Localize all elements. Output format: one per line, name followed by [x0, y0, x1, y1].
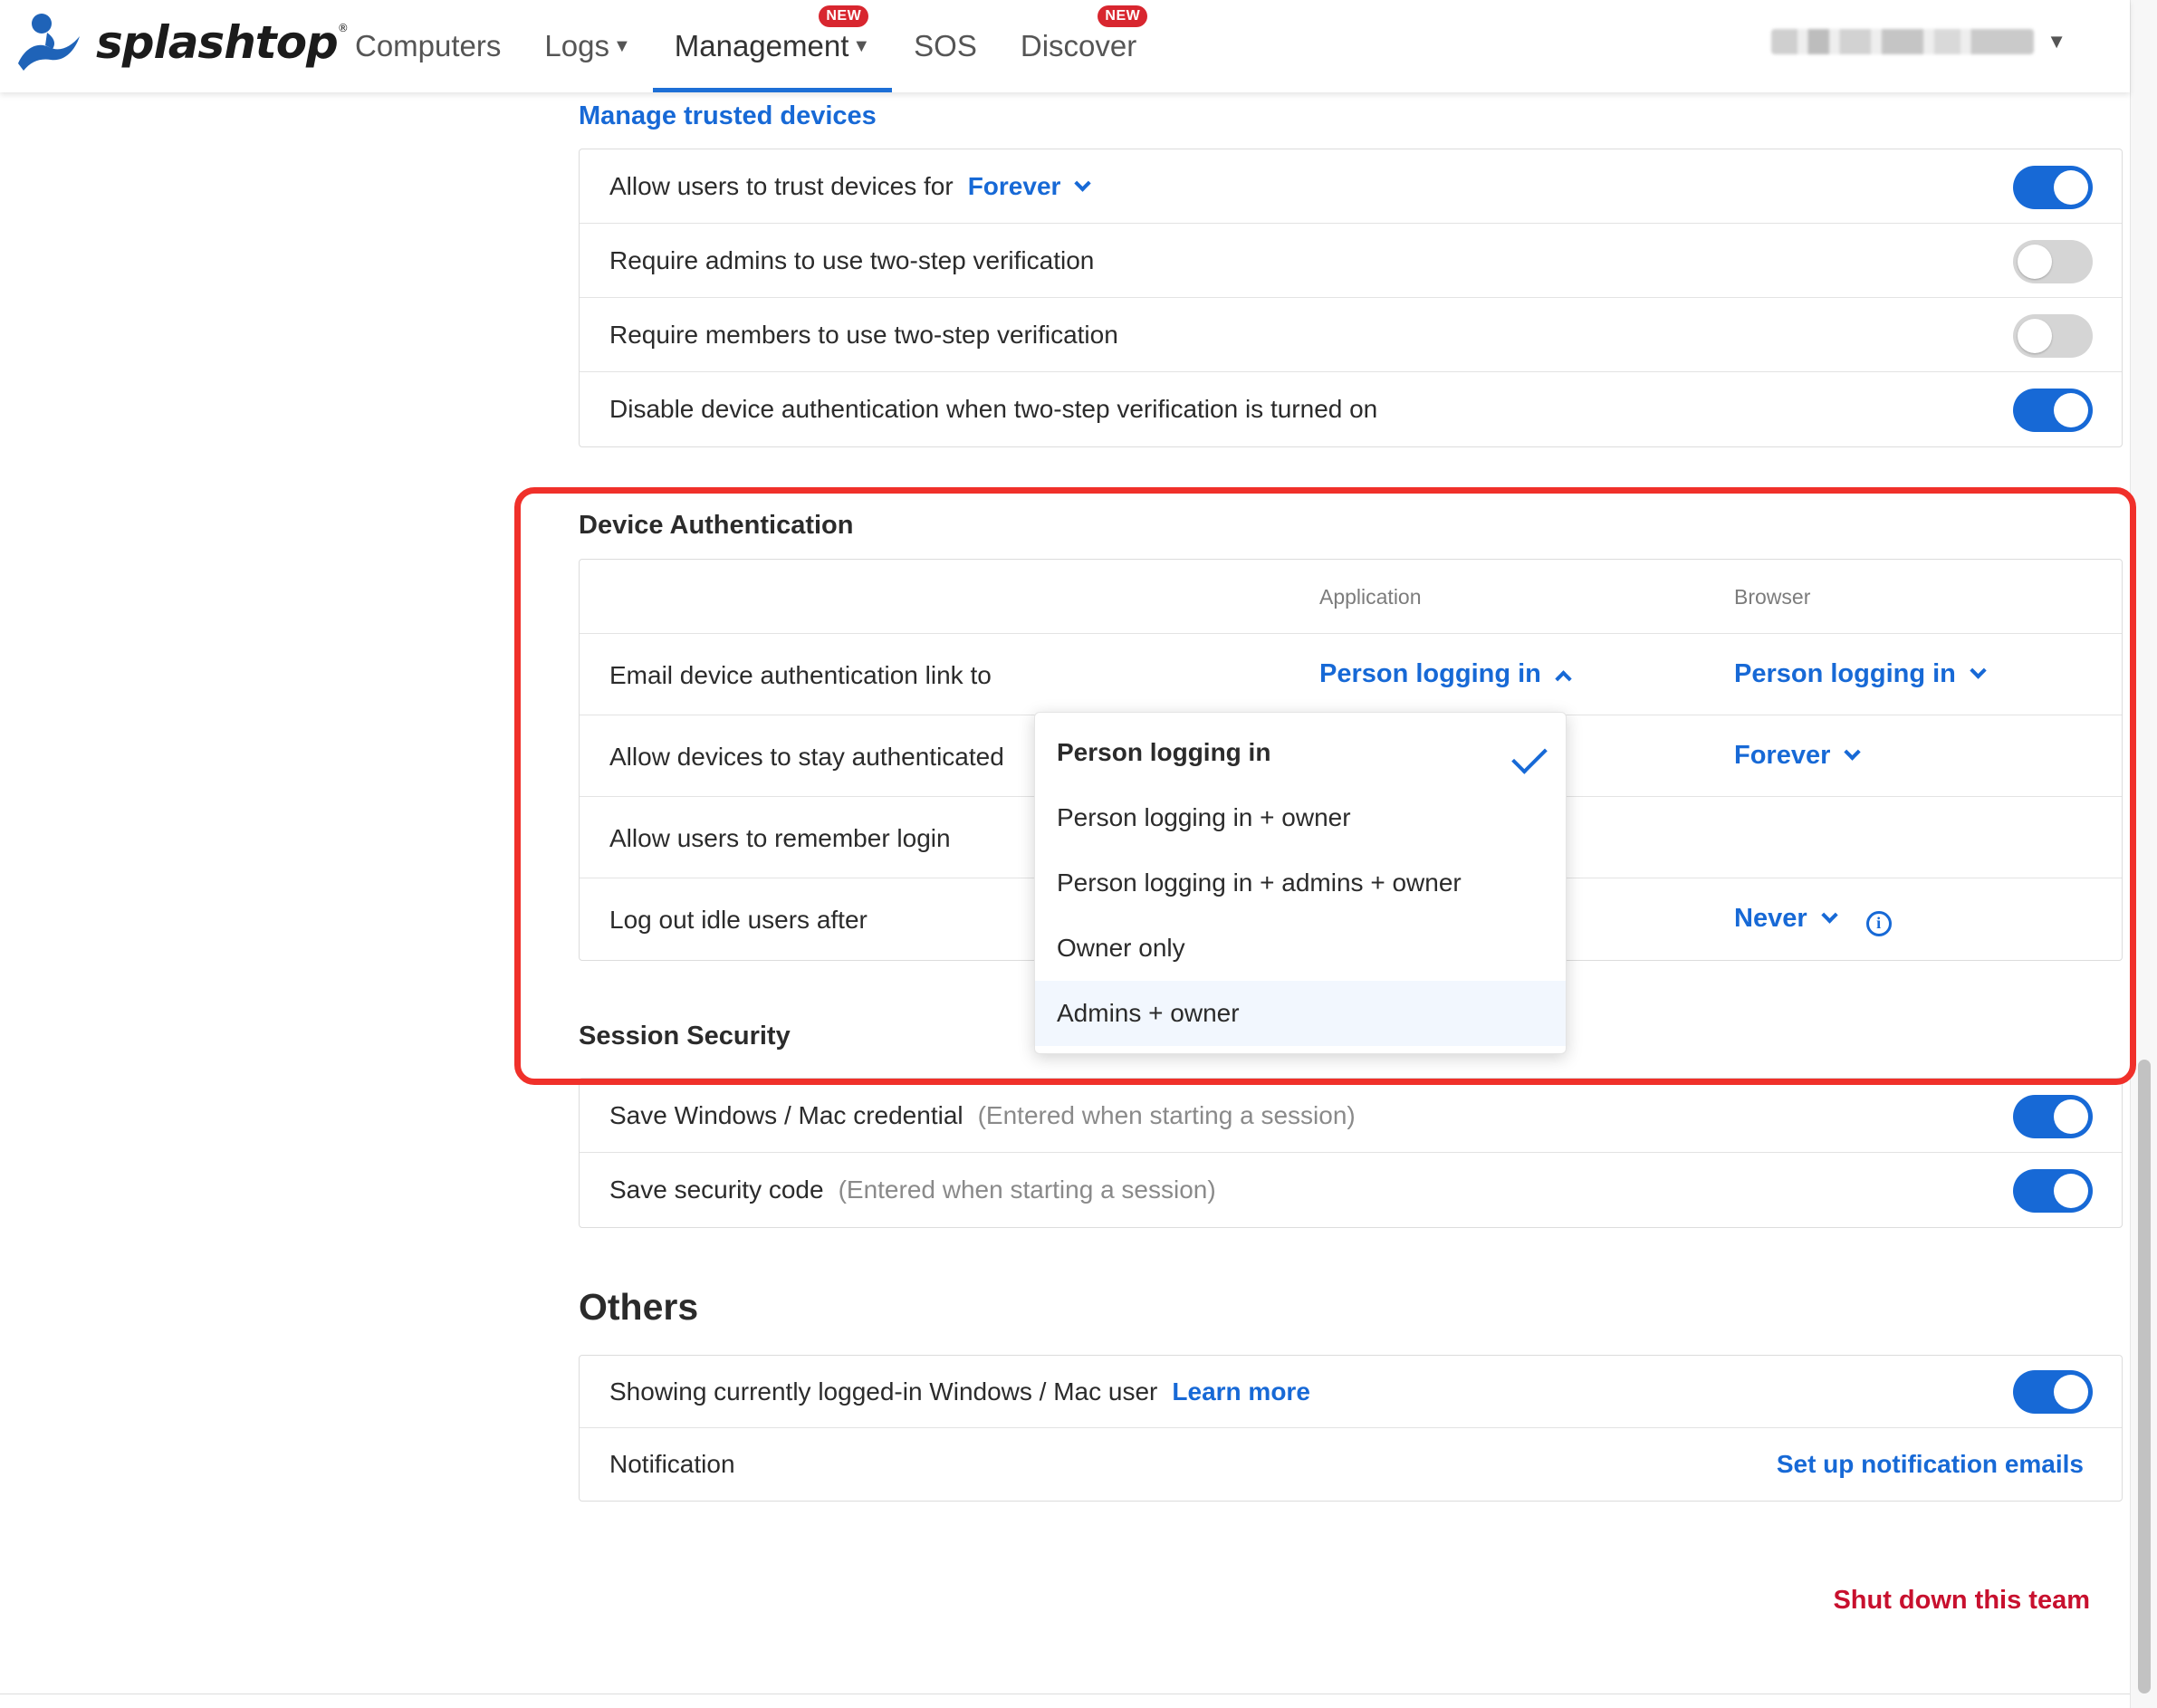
- shut-down-team-link[interactable]: Shut down this team: [1833, 1586, 2090, 1616]
- nav-management[interactable]: Management ▼ NEW: [652, 0, 893, 92]
- disable-device-auth-toggle[interactable]: [2013, 389, 2093, 432]
- require-members-2sv-row: Require members to use two-step verifica…: [580, 298, 2122, 372]
- chevron-down-icon: [1074, 174, 1092, 192]
- manage-trusted-devices-link[interactable]: Manage trusted devices: [579, 101, 877, 131]
- show-logged-in-user-label: Showing currently logged-in Windows / Ma…: [609, 1377, 1158, 1406]
- save-credential-toggle[interactable]: [2013, 1095, 2093, 1138]
- trust-devices-toggle[interactable]: [2013, 166, 2093, 209]
- caret-down-icon: ▼: [2047, 30, 2066, 53]
- show-logged-in-user-toggle[interactable]: [2013, 1370, 2093, 1414]
- trust-duration-dropdown[interactable]: Forever: [967, 171, 1092, 201]
- nav-computers-label: Computers: [355, 29, 502, 62]
- require-members-2sv-toggle[interactable]: [2013, 314, 2093, 358]
- nav-sos-label: SOS: [914, 29, 977, 62]
- session-security-heading: Session Security: [579, 1022, 791, 1051]
- new-badge: NEW: [1098, 5, 1148, 27]
- save-security-code-hint: (Entered when starting a session): [838, 1175, 1216, 1204]
- save-credential-label: Save Windows / Mac credential: [609, 1100, 963, 1129]
- save-security-code-row: Save security code (Entered when startin…: [580, 1153, 2122, 1227]
- save-credential-row: Save Windows / Mac credential (Entered w…: [580, 1079, 2122, 1153]
- dropdown-option-label: Admins + owner: [1057, 999, 1240, 1027]
- column-browser: Browser: [1734, 585, 1811, 609]
- nav-sos[interactable]: SOS: [914, 0, 977, 92]
- chevron-down-icon: [1820, 907, 1838, 924]
- require-admins-2sv-label: Require admins to use two-step verificat…: [609, 245, 1095, 274]
- email-auth-browser-value: Person logging in: [1734, 659, 1956, 688]
- dropdown-option-label: Owner only: [1057, 934, 1185, 962]
- email-auth-link-label: Email device authentication link to: [609, 661, 992, 689]
- splashtop-logo[interactable]: splashtop®: [14, 11, 349, 74]
- account-name-redacted: [1771, 29, 2035, 54]
- idle-logout-browser-cell: Never i: [1734, 904, 1892, 936]
- stay-authenticated-browser-dropdown[interactable]: Forever: [1734, 741, 1862, 771]
- caret-down-icon: ▼: [612, 35, 631, 56]
- idle-logout-label: Log out idle users after: [609, 906, 868, 934]
- idle-logout-browser-value: Never: [1734, 904, 1807, 933]
- save-security-code-label: Save security code: [609, 1175, 824, 1204]
- stay-authenticated-label: Allow devices to stay authenticated: [609, 743, 1004, 771]
- dropdown-option[interactable]: Admins + owner: [1035, 981, 1566, 1046]
- show-logged-in-user-row: Showing currently logged-in Windows / Ma…: [580, 1356, 2122, 1428]
- dropdown-option[interactable]: Owner only: [1035, 916, 1566, 981]
- vertical-scrollbar[interactable]: [2130, 0, 2157, 1708]
- trust-devices-row: Allow users to trust devices for Forever: [580, 149, 2122, 224]
- dropdown-option-label: Person logging in + owner: [1057, 803, 1351, 831]
- stay-authenticated-browser-value: Forever: [1734, 741, 1831, 770]
- chevron-down-icon: [1844, 744, 1862, 761]
- email-recipient-dropdown-menu: Person logging in Person logging in + ow…: [1034, 712, 1567, 1054]
- email-auth-application-dropdown[interactable]: Person logging in: [1319, 659, 1572, 689]
- scrollbar-thumb[interactable]: [2138, 1060, 2151, 1694]
- nav-management-label: Management: [674, 29, 849, 62]
- splashtop-logo-icon: [18, 14, 80, 71]
- column-application: Application: [1319, 585, 1422, 609]
- email-auth-link-row: Email device authentication link to Pers…: [580, 634, 2122, 715]
- device-authentication-heading: Device Authentication: [579, 511, 854, 540]
- disable-device-auth-label: Disable device authentication when two-s…: [609, 395, 1378, 423]
- main-nav: Computers Logs ▼ Management ▼ NEW SOS Di…: [355, 0, 1180, 92]
- nav-discover[interactable]: Discover NEW: [1020, 0, 1148, 92]
- dropdown-option[interactable]: Person logging in + admins + owner: [1035, 850, 1566, 916]
- require-admins-2sv-row: Require admins to use two-step verificat…: [580, 224, 2122, 298]
- caret-down-icon: ▼: [852, 35, 871, 56]
- top-navbar: splashtop® Computers Logs ▼ Management ▼…: [0, 0, 2130, 92]
- trust-devices-label: Allow users to trust devices for: [609, 171, 954, 200]
- idle-logout-browser-dropdown[interactable]: Never: [1734, 904, 1843, 933]
- require-members-2sv-label: Require members to use two-step verifica…: [609, 320, 1118, 349]
- remember-login-label: Allow users to remember login: [609, 824, 951, 852]
- save-credential-hint: (Entered when starting a session): [977, 1100, 1356, 1129]
- chevron-up-icon: [1555, 670, 1572, 687]
- disable-device-auth-row: Disable device authentication when two-s…: [580, 372, 2122, 446]
- email-auth-application-value: Person logging in: [1319, 659, 1541, 688]
- device-auth-table-header: Application Browser: [580, 560, 2122, 634]
- others-card: Showing currently logged-in Windows / Ma…: [579, 1355, 2123, 1502]
- others-heading: Others: [579, 1286, 699, 1328]
- dropdown-option-label: Person logging in + admins + owner: [1057, 868, 1462, 897]
- dropdown-option[interactable]: Person logging in + owner: [1035, 785, 1566, 850]
- setup-notification-emails-link[interactable]: Set up notification emails: [1777, 1450, 2084, 1479]
- email-auth-browser-dropdown[interactable]: Person logging in: [1734, 659, 1987, 689]
- two-step-settings-card: Allow users to trust devices for Forever…: [579, 149, 2123, 447]
- nav-logs[interactable]: Logs ▼: [544, 0, 630, 92]
- nav-discover-label: Discover: [1020, 29, 1137, 62]
- dropdown-option-label: Person logging in: [1057, 738, 1271, 766]
- learn-more-link[interactable]: Learn more: [1172, 1377, 1310, 1406]
- nav-logs-label: Logs: [544, 29, 609, 62]
- notification-label: Notification: [609, 1450, 735, 1478]
- info-icon[interactable]: i: [1865, 910, 1892, 936]
- dropdown-option[interactable]: Person logging in: [1035, 720, 1566, 785]
- account-menu[interactable]: ▼: [1771, 29, 2066, 54]
- require-admins-2sv-toggle[interactable]: [2013, 240, 2093, 283]
- notification-row: Notification Set up notification emails: [580, 1428, 2122, 1501]
- save-security-code-toggle[interactable]: [2013, 1169, 2093, 1213]
- logo-wordmark: splashtop®: [96, 16, 349, 69]
- new-badge: NEW: [819, 5, 869, 27]
- session-security-card: Save Windows / Mac credential (Entered w…: [579, 1078, 2123, 1228]
- chevron-down-icon: [1970, 662, 1987, 679]
- trust-duration-value: Forever: [967, 171, 1061, 200]
- nav-computers[interactable]: Computers: [355, 0, 501, 92]
- checkmark-icon: [1511, 738, 1548, 774]
